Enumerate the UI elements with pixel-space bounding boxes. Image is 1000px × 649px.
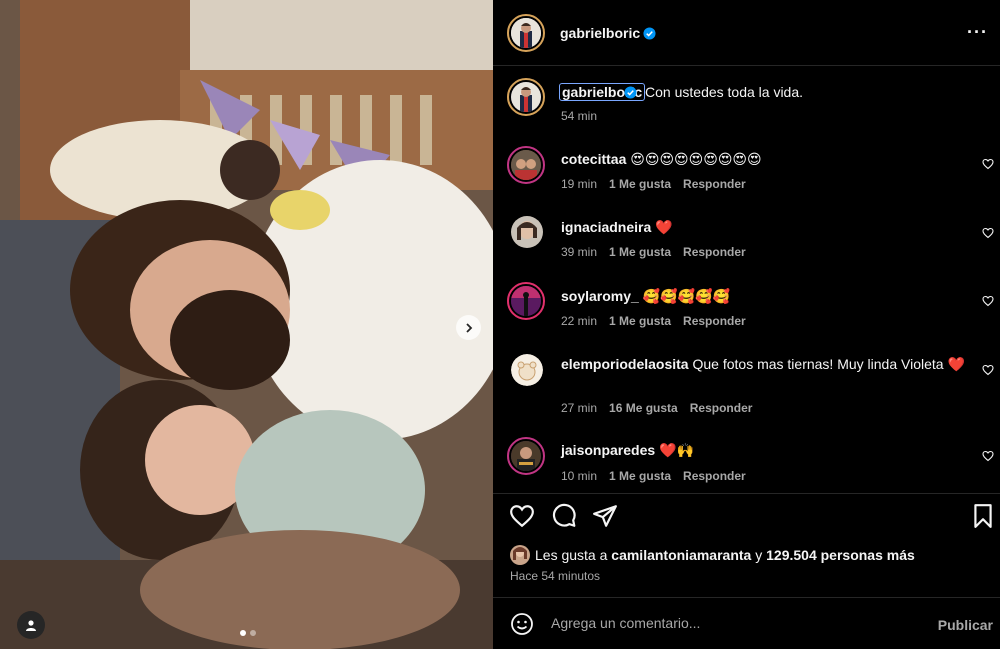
caption-text: Con ustedes toda la vida. [645, 84, 804, 100]
commenter-avatar[interactable] [507, 282, 545, 320]
post-detail-panel: gabrielboric ··· gabrielboric Con ustede… [493, 0, 1000, 649]
commenter-avatar[interactable] [511, 216, 543, 248]
carousel-indicator [240, 630, 256, 636]
author-username[interactable]: gabrielboric [560, 25, 656, 41]
comment-body: 🥰🥰🥰🥰🥰 [642, 288, 730, 304]
carousel-next-button[interactable] [456, 315, 481, 340]
comment-time[interactable]: 27 min [561, 401, 597, 415]
comment-like-heart-icon[interactable] [982, 364, 994, 376]
reply-button[interactable]: Responder [690, 401, 753, 415]
reply-button[interactable]: Responder [683, 314, 746, 328]
comment-likes[interactable]: 1 Me gusta [609, 177, 671, 191]
photo-image [0, 0, 493, 649]
commenter-avatar[interactable] [507, 437, 545, 475]
comment-time[interactable]: 39 min [561, 245, 597, 259]
liker-username[interactable]: camilantoniamaranta [611, 547, 751, 563]
comment-time[interactable]: 10 min [561, 469, 597, 483]
comment-likes[interactable]: 1 Me gusta [609, 469, 671, 483]
liker-avatar[interactable] [510, 545, 530, 565]
comment-2-meta: 39 min 1 Me gusta Responder [561, 245, 746, 259]
comment-likes[interactable]: 16 Me gusta [609, 401, 678, 415]
reply-button[interactable]: Responder [683, 469, 746, 483]
comment-input[interactable] [551, 615, 911, 631]
comment-5: jaisonparedes ❤️🙌 [561, 441, 694, 459]
comment-like-heart-icon[interactable] [982, 450, 994, 462]
comment-username[interactable]: cotecittaa [561, 151, 626, 167]
comment-5-meta: 10 min 1 Me gusta Responder [561, 469, 746, 483]
carousel-dot [250, 630, 256, 636]
comment-username[interactable]: ignaciadneira [561, 219, 651, 235]
verified-badge-icon [624, 86, 637, 99]
commenter-avatar[interactable] [511, 354, 543, 386]
caption-time[interactable]: 54 min [561, 109, 597, 123]
likes-prefix: Les gusta a [535, 547, 608, 563]
comment-4-meta: 27 min 16 Me gusta Responder [561, 401, 752, 415]
comment-time[interactable]: 22 min [561, 314, 597, 328]
comment-1: cotecittaa 😍😍😍😍😍😍😍😍😍 [561, 150, 762, 168]
paper-plane-icon[interactable] [592, 503, 618, 529]
user-tags-button[interactable] [17, 611, 45, 639]
comment-body: 😍😍😍😍😍😍😍😍😍 [630, 151, 762, 167]
action-bar-divider [493, 493, 1000, 494]
caption: gabrielboric Con ustedes toda la vida. [558, 83, 804, 101]
comment-body: ❤️ [655, 219, 673, 235]
comment-likes[interactable]: 1 Me gusta [609, 245, 671, 259]
comment-2: ignaciadneira ❤️ [561, 218, 673, 236]
comment-like-heart-icon[interactable] [982, 227, 994, 239]
reply-button[interactable]: Responder [683, 177, 746, 191]
caption-author-avatar[interactable] [507, 78, 545, 116]
likes-summary: Les gusta a camilantoniamaranta y 129.50… [535, 547, 915, 563]
caption-meta: 54 min [561, 109, 597, 123]
emoji-icon[interactable] [510, 612, 534, 636]
heart-icon[interactable] [509, 503, 535, 529]
post-photo[interactable] [0, 0, 493, 649]
author-username-text[interactable]: gabrielboric [560, 25, 640, 41]
comment-body: Que fotos mas tiernas! Muy linda Violeta… [692, 356, 965, 372]
bookmark-icon[interactable] [970, 503, 996, 529]
likes-count[interactable]: 129.504 personas más [766, 547, 915, 563]
author-avatar[interactable] [507, 14, 545, 52]
comment-username[interactable]: soylaromy_ [561, 288, 639, 304]
reply-button[interactable]: Responder [683, 245, 746, 259]
comment-like-heart-icon[interactable] [982, 158, 994, 170]
add-comment-bar: Publicar [493, 597, 1000, 649]
comment-4: elemporiodelaosita Que fotos mas tiernas… [561, 355, 981, 373]
comment-3-meta: 22 min 1 Me gusta Responder [561, 314, 746, 328]
comment-like-heart-icon[interactable] [982, 295, 994, 307]
comment-bubble-icon[interactable] [551, 503, 577, 529]
comment-1-meta: 19 min 1 Me gusta Responder [561, 177, 746, 191]
post-timestamp[interactable]: Hace 54 minutos [510, 569, 600, 583]
comment-username[interactable]: jaisonparedes [561, 442, 655, 458]
comment-likes[interactable]: 1 Me gusta [609, 314, 671, 328]
comment-body: ❤️🙌 [659, 442, 694, 458]
more-options-icon[interactable]: ··· [967, 23, 988, 41]
commenter-avatar[interactable] [507, 146, 545, 184]
likes-joiner: y [755, 547, 763, 563]
post-header: gabrielboric ··· [493, 0, 1000, 66]
chevron-right-icon [465, 322, 472, 333]
comment-username[interactable]: elemporiodelaosita [561, 356, 689, 372]
carousel-dot-active [240, 630, 246, 636]
publish-button[interactable]: Publicar [938, 617, 993, 633]
comment-time[interactable]: 19 min [561, 177, 597, 191]
comment-3: soylaromy_ 🥰🥰🥰🥰🥰 [561, 287, 730, 305]
user-tag-icon [26, 620, 36, 631]
verified-badge-icon [643, 27, 656, 40]
